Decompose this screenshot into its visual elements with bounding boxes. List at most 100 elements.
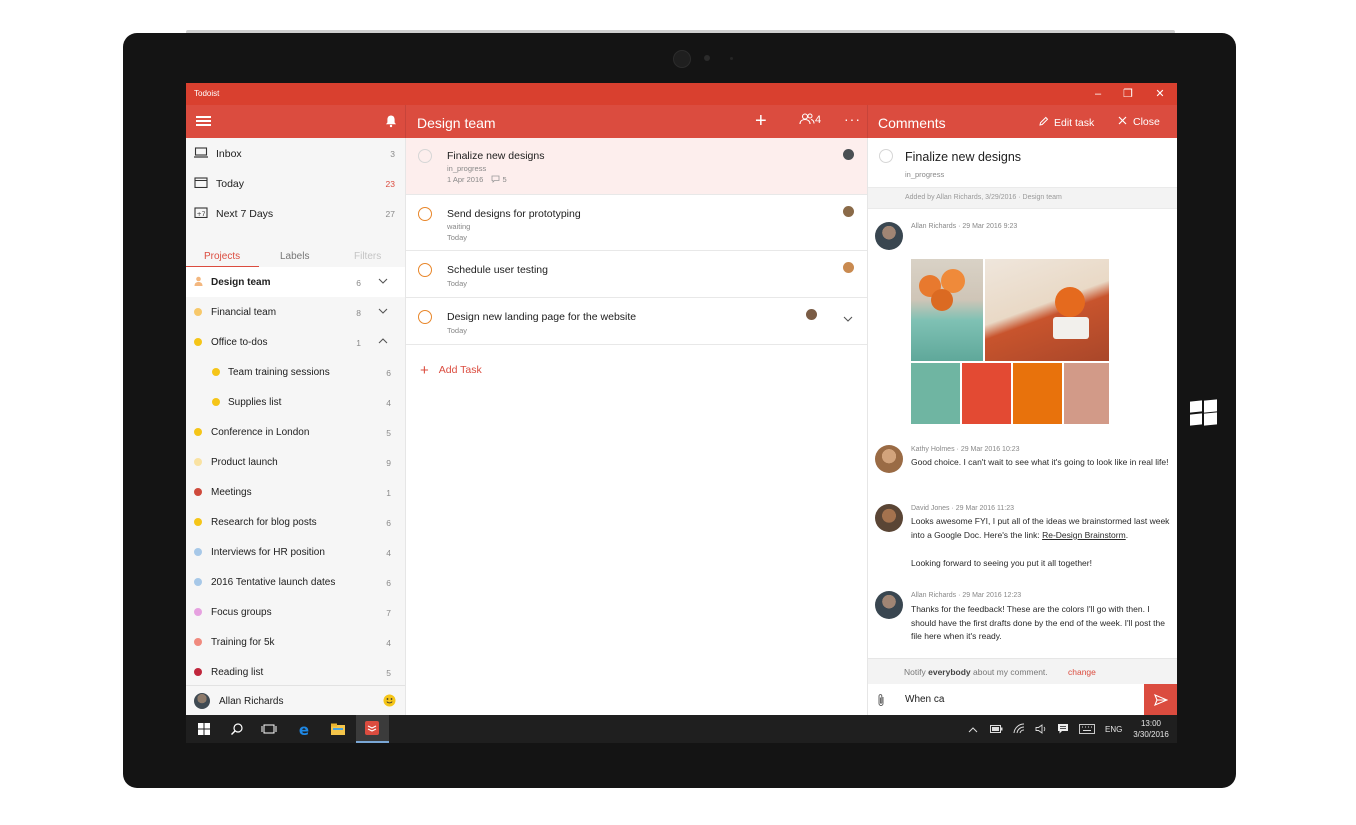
chevron-up-icon[interactable]	[968, 726, 978, 733]
comment-text: Looking forward to seeing you put it all…	[911, 558, 1092, 568]
smiley-icon[interactable]	[383, 694, 396, 707]
add-task-button[interactable]: + Add Task	[420, 362, 482, 379]
collaborators-button[interactable]: 4	[799, 113, 821, 126]
inbox-icon	[194, 147, 208, 158]
sidebar-item-today[interactable]: Today 23	[186, 168, 405, 198]
todoist-taskbar-button[interactable]	[356, 715, 389, 743]
camera-sensor-small	[730, 57, 733, 60]
comment-count: 5	[502, 175, 507, 184]
search-icon[interactable]	[229, 721, 245, 737]
project-item[interactable]: 2016 Tentative launch dates 6	[186, 567, 405, 597]
wifi-icon[interactable]	[1013, 723, 1025, 734]
task-row[interactable]: Finalize new designs in_progress 1 Apr 2…	[406, 138, 867, 195]
edit-task-button[interactable]: Edit task	[1038, 116, 1094, 129]
project-item[interactable]: Interviews for HR position 4	[186, 537, 405, 567]
project-item[interactable]: Financial team 8	[186, 297, 405, 327]
comment-avatar	[875, 222, 903, 250]
camera-sensor	[704, 55, 710, 61]
project-count: 9	[386, 458, 391, 468]
brainstorm-doc-link[interactable]: Re-Design Brainstorm	[1042, 530, 1126, 540]
file-explorer-icon[interactable]	[330, 721, 346, 737]
chevron-up-icon[interactable]	[377, 335, 389, 347]
notify-pre: Notify	[904, 667, 926, 677]
project-count: 4	[386, 398, 391, 408]
app-screen: Todoist – ❐ ✕ Design team + 4 ··· Commen…	[186, 83, 1177, 743]
add-task-plus-icon[interactable]: +	[755, 111, 767, 131]
comment-input[interactable]: When ca	[905, 694, 944, 705]
project-item[interactable]: Conference in London 5	[186, 417, 405, 447]
menu-icon[interactable]	[196, 116, 211, 126]
calendar-week-icon: +7	[194, 207, 208, 218]
task-checkbox[interactable]	[418, 207, 432, 221]
task-checkbox[interactable]	[418, 263, 432, 277]
project-item[interactable]: Product launch 9	[186, 447, 405, 477]
battery-icon[interactable]	[990, 725, 1003, 733]
close-label: Close	[1133, 116, 1160, 128]
notify-change-link[interactable]: change	[1068, 667, 1096, 677]
minimize-button[interactable]: –	[1083, 83, 1113, 105]
close-comments-button[interactable]: Close	[1118, 116, 1160, 128]
project-item[interactable]: Team training sessions 6	[186, 357, 405, 387]
task-checkbox[interactable]	[418, 149, 432, 163]
tab-projects[interactable]: Projects	[204, 251, 240, 262]
add-task-label: Add Task	[438, 364, 482, 376]
bowls-photo	[911, 259, 983, 361]
user-profile-bar[interactable]: Allan Richards	[186, 685, 405, 715]
chevron-down-icon[interactable]	[842, 313, 854, 325]
chevron-down-icon[interactable]	[377, 305, 389, 317]
todoist-app-icon	[365, 721, 379, 735]
project-item[interactable]: Office to-dos 1	[186, 327, 405, 357]
header-bar: Design team + 4 ··· Comments Edit task C…	[186, 105, 1177, 138]
notifications-bell-icon[interactable]	[384, 114, 398, 128]
project-item[interactable]: Research for blog posts 6	[186, 507, 405, 537]
project-item[interactable]: Meetings 1	[186, 477, 405, 507]
task-row[interactable]: Design new landing page for the website …	[406, 297, 867, 345]
clock-date[interactable]: 3/30/2016	[1128, 730, 1174, 739]
project-item-design-team[interactable]: Design team 6	[186, 267, 405, 297]
project-item[interactable]: Supplies list 4	[186, 387, 405, 417]
attachment-paperclip-icon[interactable]	[876, 693, 886, 707]
chevron-down-icon[interactable]	[377, 275, 389, 287]
keyboard-icon[interactable]	[1079, 724, 1095, 734]
edge-browser-icon[interactable]: e	[296, 721, 312, 737]
tab-labels[interactable]: Labels	[280, 251, 309, 262]
project-color-dot	[212, 398, 220, 406]
close-window-button[interactable]: ✕	[1145, 83, 1175, 105]
action-center-icon[interactable]	[1057, 723, 1069, 735]
comment-attachment-image[interactable]	[911, 259, 1109, 424]
project-label: Interviews for HR position	[211, 547, 325, 558]
project-item[interactable]: Training for 5k 4	[186, 627, 405, 657]
comment-meta: Allan Richards · 29 Mar 2016 9:23	[911, 223, 1018, 230]
comment-author: Allan Richards	[911, 592, 957, 599]
project-item[interactable]: Reading list 5	[186, 657, 405, 687]
project-item[interactable]: Focus groups 7	[186, 597, 405, 627]
send-comment-button[interactable]	[1144, 684, 1177, 715]
project-color-dot	[194, 608, 202, 616]
language-indicator[interactable]: ENG	[1105, 725, 1122, 734]
sidebar-item-next-7-days[interactable]: +7 Next 7 Days 27	[186, 198, 405, 228]
comments-panel: Finalize new designs in_progress Added b…	[867, 138, 1177, 715]
project-count: 6	[386, 368, 391, 378]
task-checkbox[interactable]	[418, 310, 432, 324]
task-row[interactable]: Schedule user testing Today	[406, 250, 867, 298]
task-row[interactable]: Send designs for prototyping waiting Tod…	[406, 194, 867, 251]
start-icon[interactable]	[196, 721, 212, 737]
interior-photo	[985, 259, 1109, 361]
tab-filters[interactable]: Filters	[354, 251, 381, 262]
close-icon	[1118, 116, 1127, 125]
task-view-icon[interactable]	[261, 721, 277, 737]
sidebar: Inbox 3 Today 23 +7 Next 7 Days 27 Proje…	[186, 138, 406, 715]
volume-icon[interactable]	[1035, 724, 1047, 734]
project-color-dot	[212, 368, 220, 376]
user-avatar	[194, 693, 210, 709]
sidebar-item-inbox[interactable]: Inbox 3	[186, 138, 405, 168]
windows-hardware-button[interactable]	[1190, 399, 1217, 427]
clock-time[interactable]: 13:00	[1134, 719, 1168, 728]
maximize-button[interactable]: ❐	[1113, 83, 1143, 105]
sidebar-item-count: 23	[385, 179, 395, 189]
person-icon	[194, 276, 203, 286]
comment-time: 29 Mar 2016 10:23	[960, 446, 1020, 453]
task-checkbox[interactable]	[879, 149, 893, 163]
more-options-icon[interactable]: ···	[844, 111, 861, 127]
comment-meta: Kathy Holmes · 29 Mar 2016 10:23	[911, 446, 1020, 453]
